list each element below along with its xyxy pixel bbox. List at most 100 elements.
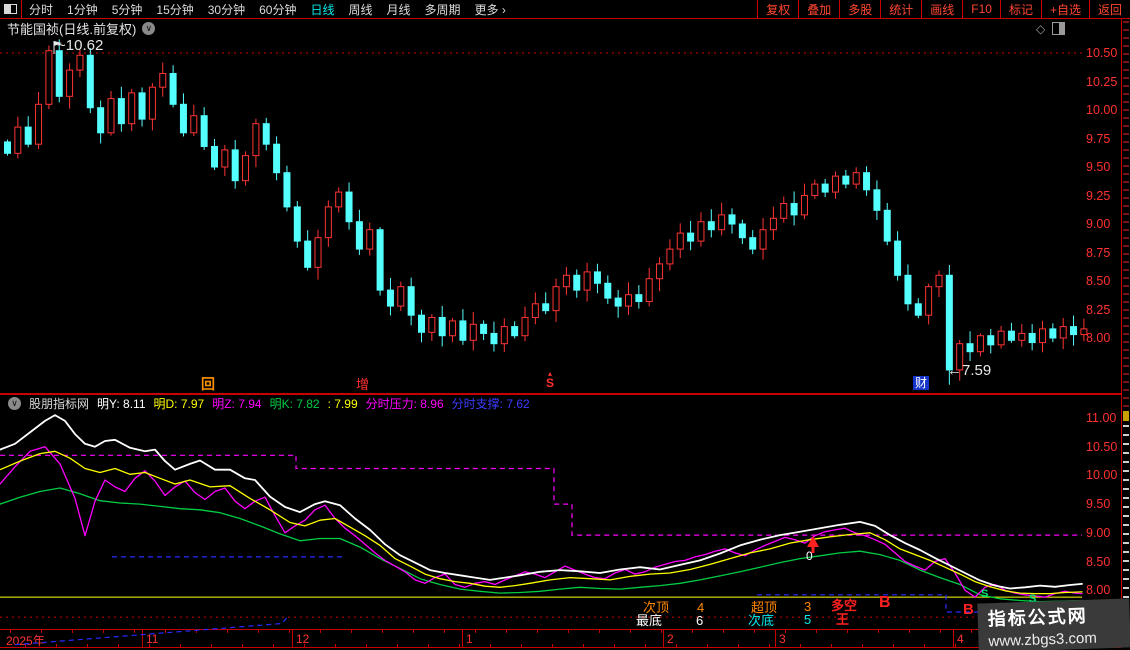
tick xyxy=(227,630,228,633)
tick xyxy=(211,644,212,647)
period-tab-15分钟[interactable]: 15分钟 xyxy=(156,1,193,18)
axis-label: 10.50 xyxy=(1086,46,1118,60)
signal-b-right: B xyxy=(963,601,974,618)
title-row: 节能国祯(日线.前复权) ∨ xyxy=(0,19,1120,37)
tick xyxy=(72,630,73,633)
indicator-collapse-icon[interactable]: ∨ xyxy=(8,397,21,410)
indicator-value-x: : 7.99 xyxy=(327,396,358,411)
tick xyxy=(444,630,445,633)
period-tab-更多›[interactable]: 更多 › xyxy=(475,1,506,18)
indicator-value-股朋指标网: 股朋指标网 xyxy=(29,397,90,411)
tick xyxy=(754,630,755,633)
month-label: 2 xyxy=(667,632,674,646)
tick xyxy=(335,644,336,647)
tick xyxy=(521,644,522,647)
action-buttons: 复权 叠加 多股 统计 画线 F10 标记 +自选 返回 xyxy=(757,0,1130,18)
tick xyxy=(769,644,770,647)
action-button-自选[interactable]: +自选 xyxy=(1040,0,1089,18)
tick xyxy=(599,630,600,633)
period-tab-日线[interactable]: 日线 xyxy=(310,1,334,18)
peak-price-label: ~10.62 xyxy=(57,37,104,54)
signal-chaoding: 超顶 xyxy=(751,600,778,615)
month-boundary xyxy=(953,630,954,647)
action-button-统计[interactable]: 统计 xyxy=(880,0,921,18)
watermark-url: www.zbgs3.com xyxy=(988,629,1098,650)
period-tab-5分钟[interactable]: 5分钟 xyxy=(112,1,143,18)
tick xyxy=(552,644,553,647)
action-button-画线[interactable]: 画线 xyxy=(921,0,962,18)
tick xyxy=(630,630,631,633)
tick xyxy=(413,630,414,633)
tick xyxy=(103,630,104,633)
month-boundary xyxy=(142,630,143,647)
chart-canvas[interactable] xyxy=(0,0,1130,650)
period-tab-60分钟[interactable]: 60分钟 xyxy=(259,1,296,18)
period-tab-多周期[interactable]: 多周期 xyxy=(425,1,461,18)
tick xyxy=(909,630,910,633)
event-marker-s-caret: ▴ xyxy=(548,369,553,378)
signal-b: B xyxy=(879,594,891,611)
panel-split-icon[interactable] xyxy=(1052,22,1066,35)
axis-label: 10.50 xyxy=(1086,439,1118,454)
signal-cidi-count: 5 xyxy=(804,612,812,627)
signal-ciding-count: 4 xyxy=(697,600,705,615)
diamond-icon[interactable]: ◇ xyxy=(1036,23,1045,35)
indicator-value-明D: 明D: 7.97 xyxy=(153,397,205,411)
axis-label: 8.25 xyxy=(1086,302,1111,317)
period-tab-30分钟[interactable]: 30分钟 xyxy=(208,1,245,18)
indicator-value-分时支撑: 分时支撑: 7.62 xyxy=(451,397,530,411)
tick xyxy=(800,644,801,647)
tick xyxy=(180,644,181,647)
tick xyxy=(25,644,26,647)
axis-label: 8.00 xyxy=(1086,331,1111,345)
tick xyxy=(242,644,243,647)
tick xyxy=(568,630,569,633)
tick xyxy=(351,630,352,633)
chevron-down-icon[interactable]: ∨ xyxy=(142,21,156,35)
action-button-多股[interactable]: 多股 xyxy=(839,0,880,18)
split-screen-icon xyxy=(4,4,17,14)
right-border-line xyxy=(1121,0,1122,647)
axis-label: 11.00 xyxy=(1086,411,1117,425)
action-button-标记[interactable]: 标记 xyxy=(999,0,1041,18)
date-axis[interactable]: 2025年 11 12 1 2 3 4 xyxy=(0,629,1121,648)
period-tab-月线[interactable]: 月线 xyxy=(387,1,411,18)
action-button-返回[interactable]: 返回 xyxy=(1088,0,1130,18)
watermark-title: 指标公式网 xyxy=(987,605,1089,630)
low-price-label: ←7.59 xyxy=(947,362,992,379)
tick xyxy=(924,644,925,647)
tick xyxy=(366,644,367,647)
tick xyxy=(707,644,708,647)
action-button-F10[interactable]: F10 xyxy=(962,0,1000,18)
annotation-layer: ~10.62 ←7.59 回增 ▴ S 财 0 次顶 4 超顶 3 多空 B 最底 6 次底 5 王 B S S xyxy=(0,0,1130,650)
top-toolbar: 分时 1分钟 5分钟 15分钟 30分钟 60分钟 日线 周线 月线 多周期 更多 › 复权 叠加 多股… xyxy=(0,0,1130,19)
tick xyxy=(149,644,150,647)
tick xyxy=(878,630,879,633)
period-tab-1分钟[interactable]: 1分钟 xyxy=(67,1,98,18)
mini-strip-marks xyxy=(1123,425,1129,605)
stock-title[interactable]: 节能国祯(日线.前复权) xyxy=(7,19,136,38)
period-tab-周线[interactable]: 周线 xyxy=(348,1,372,18)
axis-label: 9.50 xyxy=(1086,160,1111,174)
indicator-value-明K: 明K: 7.82 xyxy=(269,397,320,411)
tick xyxy=(785,630,786,633)
indicator-value-明Y: 明Y: 8.11 xyxy=(97,397,146,411)
action-button-叠加[interactable]: 叠加 xyxy=(798,0,839,18)
signal-s-green-1: S xyxy=(981,588,989,600)
tick xyxy=(258,630,259,633)
signal-zuidi: 最底 xyxy=(636,613,663,628)
axis-label: 8.00 xyxy=(1086,583,1111,598)
tick xyxy=(196,630,197,633)
axis-label: 8.75 xyxy=(1086,245,1111,260)
tick xyxy=(661,630,662,633)
action-button-复权[interactable]: 复权 xyxy=(757,0,798,18)
layout-toggle-button[interactable] xyxy=(0,0,22,18)
tick xyxy=(382,630,383,633)
tick xyxy=(971,630,972,633)
tick xyxy=(273,644,274,647)
period-tab-分时[interactable]: 分时 xyxy=(29,1,53,18)
right-mini-strip[interactable] xyxy=(1123,21,1130,647)
title-icons: ◇ xyxy=(1036,22,1066,35)
tick xyxy=(134,630,135,633)
month-boundary xyxy=(292,630,293,647)
